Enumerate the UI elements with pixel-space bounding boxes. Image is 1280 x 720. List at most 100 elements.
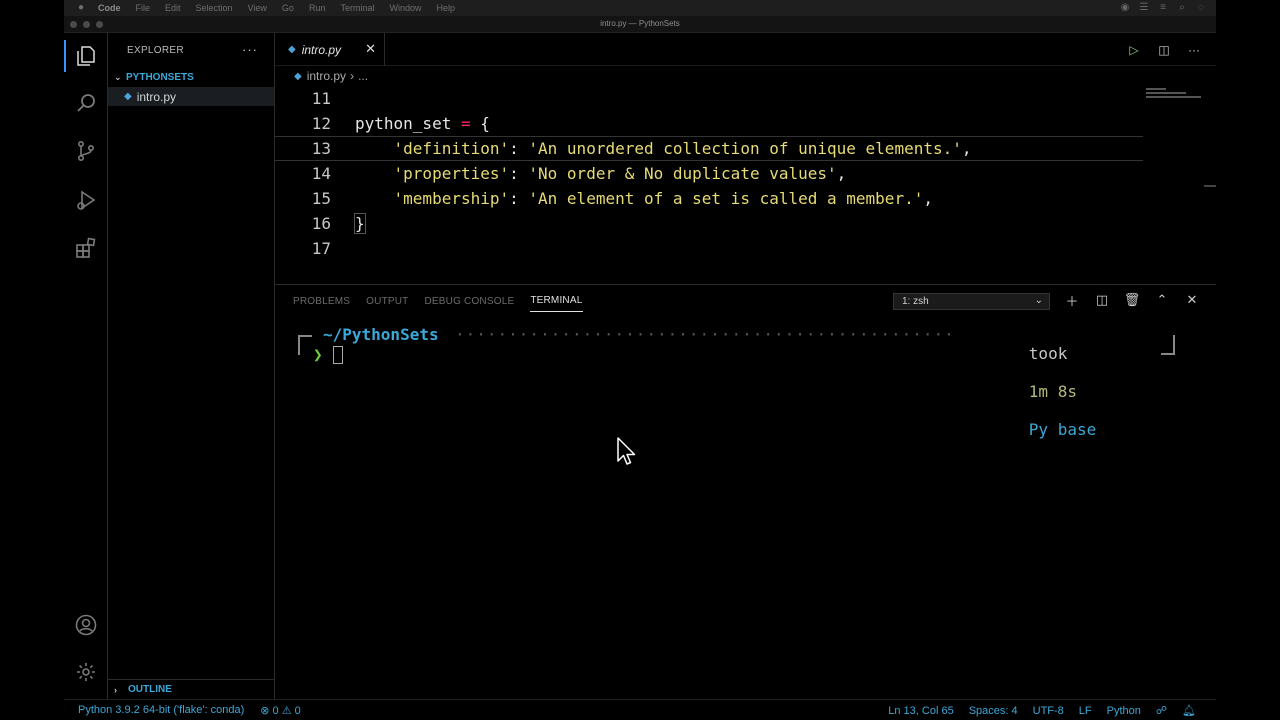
code-line[interactable]: 11	[275, 86, 1143, 111]
took-label: took	[1028, 344, 1068, 363]
new-terminal-icon[interactable]: ＋	[1064, 292, 1080, 309]
record-icon[interactable]: ◉	[1120, 3, 1130, 13]
more-actions-icon[interactable]: ···	[242, 42, 258, 57]
explorer-icon[interactable]	[64, 38, 108, 74]
folder-section[interactable]: ⌄ PYTHONSETS	[108, 67, 274, 87]
tab-debug-console[interactable]: DEBUG CONSOLE	[424, 285, 514, 317]
run-icon[interactable]: ▷	[1126, 42, 1142, 58]
menu-go[interactable]: Go	[282, 3, 294, 13]
status-bar: Python 3.9.2 64-bit ('flake': conda) ⊗ 0…	[64, 699, 1216, 720]
line-code: 'membership': 'An element of a set is ca…	[355, 189, 933, 208]
encoding[interactable]: UTF-8	[1033, 705, 1064, 717]
code-token: :	[509, 139, 529, 158]
extensions-icon[interactable]	[64, 230, 108, 266]
explorer-header: EXPLORER ···	[108, 33, 274, 67]
tab-problems[interactable]: PROBLEMS	[293, 285, 350, 317]
prompt-frame-right	[1161, 335, 1175, 355]
warning-count: 0	[294, 704, 301, 717]
prompt-filler: ········································…	[455, 325, 955, 344]
line-number: 13	[311, 139, 331, 158]
file-item-intro[interactable]: ◆ intro.py	[108, 87, 274, 106]
tab-output[interactable]: OUTPUT	[366, 285, 408, 317]
mac-menu-bar: ● Code File Edit Selection View Go Run T…	[64, 0, 1216, 16]
apple-icon[interactable]: ●	[78, 3, 88, 13]
code-line[interactable]: 13 'definition': 'An unordered collectio…	[275, 136, 1143, 161]
python-interpreter[interactable]: Python 3.9.2 64-bit ('flake': conda)	[78, 704, 244, 716]
problems-summary[interactable]: ⊗ 0 ⚠ 0	[260, 704, 301, 717]
outline-section[interactable]: › OUTLINE	[108, 679, 274, 699]
code-line[interactable]: 15 'membership': 'An element of a set is…	[275, 186, 1143, 211]
menu-edit[interactable]: Edit	[165, 3, 181, 13]
cursor-position[interactable]: Ln 13, Col 65	[888, 705, 953, 717]
code-token: }	[354, 213, 366, 234]
language-mode[interactable]: Python	[1107, 705, 1141, 717]
terminal[interactable]: ~/PythonSets ···························…	[275, 317, 1216, 700]
warning-icon: ⚠	[281, 704, 292, 717]
tab-intro-py[interactable]: ◆ intro.py ✕	[275, 33, 385, 66]
source-control-icon[interactable]	[64, 133, 108, 169]
more-actions-icon[interactable]: ···	[1186, 42, 1202, 58]
menu-view[interactable]: View	[248, 3, 267, 13]
line-number: 15	[311, 189, 331, 208]
list-icon[interactable]: ≡	[1158, 3, 1168, 13]
code-line[interactable]: 17	[275, 236, 1143, 261]
end-of-line[interactable]: LF	[1079, 705, 1092, 717]
code-token: 'No order & No duplicate values'	[528, 164, 837, 183]
code-line[interactable]: 12 python_set = {	[275, 111, 1143, 136]
menu-window[interactable]: Window	[389, 3, 421, 13]
minimap[interactable]	[1146, 88, 1204, 108]
python-env: Py base	[1028, 420, 1097, 439]
code-line[interactable]: 16}	[275, 211, 1143, 236]
tab-label: intro.py	[301, 42, 342, 57]
breadcrumb-file[interactable]: intro.py	[307, 69, 346, 83]
indentation[interactable]: Spaces: 4	[969, 705, 1018, 717]
activity-bar	[64, 33, 108, 699]
line-number: 17	[311, 239, 331, 258]
trash-icon[interactable]: 🗑	[1124, 292, 1141, 308]
split-editor-icon[interactable]: ◫	[1156, 42, 1172, 58]
tab-terminal[interactable]: TERMINAL	[530, 290, 583, 312]
code-token: =	[460, 114, 471, 133]
gear-icon[interactable]	[64, 654, 108, 690]
error-icon: ⊗	[260, 704, 270, 717]
folder-name: PYTHONSETS	[126, 71, 194, 83]
code-editor[interactable]: 11 12 python_set = {13 'definition': 'An u…	[275, 86, 1216, 284]
terminal-path: ~/PythonSets	[323, 325, 439, 344]
code-token: 'properties'	[393, 164, 510, 183]
menu-selection[interactable]: Selection	[196, 3, 233, 13]
menu-code[interactable]: Code	[98, 3, 121, 13]
code-token: 'membership'	[393, 189, 510, 208]
bell-icon[interactable]: 🔔︎	[1182, 704, 1196, 717]
command-duration: 1m 8s	[1028, 382, 1077, 401]
mouse-pointer-icon	[617, 437, 636, 465]
file-name: intro.py	[136, 89, 177, 104]
search-icon[interactable]: ⌕	[1177, 3, 1187, 13]
code-line[interactable]: 14 'properties': 'No order & No duplicat…	[275, 161, 1143, 186]
run-debug-icon[interactable]	[64, 182, 108, 218]
controls-icon[interactable]: ☰	[1139, 3, 1149, 13]
code-token: ,	[923, 189, 933, 208]
chevron-up-icon[interactable]: ⌃	[1154, 292, 1170, 308]
split-terminal-icon[interactable]: ◫	[1094, 292, 1110, 308]
code-token: 'definition'	[393, 139, 510, 158]
line-number: 11	[311, 89, 331, 108]
menu-terminal[interactable]: Terminal	[340, 3, 374, 13]
menu-file[interactable]: File	[136, 3, 151, 13]
prompt-frame-left	[298, 335, 312, 355]
line-code: 'definition': 'An unordered collection o…	[355, 139, 972, 158]
menu-help[interactable]: Help	[436, 3, 455, 13]
siri-icon[interactable]: ◌	[1196, 3, 1206, 13]
account-icon[interactable]	[64, 607, 108, 643]
terminal-select[interactable]: 1: zsh ⌄	[893, 293, 1050, 310]
breadcrumb-more[interactable]: ...	[358, 69, 368, 83]
line-number: 12	[311, 114, 331, 133]
menu-run[interactable]: Run	[309, 3, 326, 13]
search-icon[interactable]	[64, 85, 108, 121]
close-panel-icon[interactable]: ✕	[1184, 292, 1200, 308]
close-icon[interactable]: ✕	[365, 41, 376, 57]
explorer-sidebar: EXPLORER ··· ⌄ PYTHONSETS ◆ intro.py › O…	[108, 33, 275, 699]
feedback-icon[interactable]: ☍	[1156, 704, 1167, 717]
line-number: 14	[311, 164, 331, 183]
